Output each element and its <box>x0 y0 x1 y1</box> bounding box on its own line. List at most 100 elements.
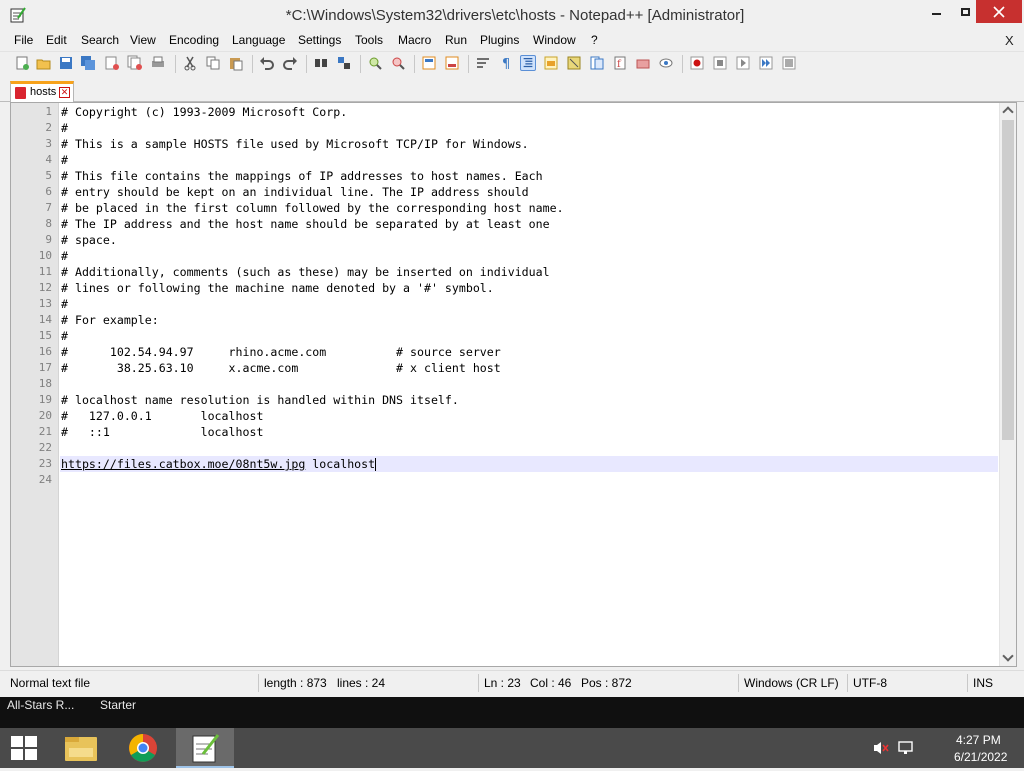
show-all-chars-icon[interactable]: ¶ <box>498 55 514 71</box>
code-line[interactable]: # <box>60 328 998 344</box>
network-icon[interactable] <box>897 740 915 756</box>
scroll-down-icon[interactable] <box>1002 650 1014 662</box>
folder-as-workspace-icon[interactable]: f <box>612 55 628 71</box>
menu-help[interactable]: ? <box>591 33 598 47</box>
cursor-pos: Pos : 872 <box>581 676 632 690</box>
clock-time[interactable]: 4:27 PM <box>956 733 1001 747</box>
close-icon[interactable] <box>104 55 120 71</box>
code-line[interactable]: # localhost name resolution is handled w… <box>60 392 998 408</box>
menu-view[interactable]: View <box>130 33 156 47</box>
play-macro-icon[interactable] <box>735 55 751 71</box>
taskbar-chrome[interactable] <box>114 728 172 768</box>
function-list-icon[interactable] <box>589 55 605 71</box>
menu-search[interactable]: Search <box>81 33 119 47</box>
menu-file[interactable]: File <box>14 33 33 47</box>
menu-edit[interactable]: Edit <box>46 33 67 47</box>
code-line[interactable] <box>60 472 998 488</box>
open-file-icon[interactable] <box>36 55 52 71</box>
menu-encoding[interactable]: Encoding <box>169 33 219 47</box>
tab-label: hosts <box>30 86 57 98</box>
code-line[interactable]: # space. <box>60 232 998 248</box>
code-line[interactable]: # <box>60 296 998 312</box>
zoom-out-icon[interactable] <box>390 55 406 71</box>
menu-window[interactable]: Window <box>533 33 576 47</box>
line-number: 6 <box>45 185 52 198</box>
stop-record-icon[interactable] <box>712 55 728 71</box>
current-line[interactable]: https://files.catbox.moe/08nt5w.jpg loca… <box>60 456 998 472</box>
menu-macro[interactable]: Macro <box>398 33 431 47</box>
code-line[interactable]: # For example: <box>60 312 998 328</box>
tab-hosts[interactable]: hosts ✕ <box>10 81 74 102</box>
eye-icon[interactable] <box>658 55 674 71</box>
strip-label-right[interactable]: Starter <box>100 698 136 712</box>
code-line[interactable]: # <box>60 248 998 264</box>
find-icon[interactable] <box>313 55 329 71</box>
editor[interactable]: 1 2 3 4 5 6 7 8 9 10 11 12 13 14 15 16 17 18 19 20 21 22 23 24 … <box>10 102 1017 667</box>
menu-plugins[interactable]: Plugins <box>480 33 519 47</box>
sync-horizontal-icon[interactable] <box>444 55 460 71</box>
close-document-button[interactable]: X <box>1005 33 1014 48</box>
save-icon[interactable] <box>58 55 74 71</box>
strip-label-left[interactable]: All-Stars R... <box>7 698 74 712</box>
code-line[interactable]: # Copyright (c) 1993-2009 Microsoft Corp… <box>60 104 998 120</box>
url-link[interactable]: https://files.catbox.moe/08nt5w.jpg <box>61 457 305 471</box>
minimize-button[interactable] <box>921 0 951 24</box>
word-wrap-icon[interactable] <box>475 55 491 71</box>
new-file-icon[interactable] <box>14 55 30 71</box>
menu-settings[interactable]: Settings <box>298 33 341 47</box>
save-all-icon[interactable] <box>80 55 96 71</box>
code-line[interactable]: # be placed in the first column followed… <box>60 200 998 216</box>
taskbar-file-explorer[interactable] <box>52 728 110 768</box>
insert-mode: INS <box>973 676 994 690</box>
code-line[interactable]: # entry should be kept on an individual … <box>60 184 998 200</box>
menu-run[interactable]: Run <box>445 33 467 47</box>
cut-icon[interactable] <box>182 55 198 71</box>
paste-icon[interactable] <box>228 55 244 71</box>
record-macro-icon[interactable] <box>689 55 705 71</box>
code-line[interactable]: # Additionally, comments (such as these)… <box>60 264 998 280</box>
menu-tools[interactable]: Tools <box>355 33 383 47</box>
code-line[interactable] <box>60 376 998 392</box>
code-line[interactable]: # lines or following the machine name de… <box>60 280 998 296</box>
clock-date[interactable]: 6/21/2022 <box>954 750 1007 764</box>
text-area[interactable]: # Copyright (c) 1993-2009 Microsoft Corp… <box>60 103 998 666</box>
redo-icon[interactable] <box>282 55 298 71</box>
copy-icon[interactable] <box>205 55 221 71</box>
code-line[interactable]: # This file contains the mappings of IP … <box>60 168 998 184</box>
tab-close-icon[interactable]: ✕ <box>59 87 70 98</box>
vertical-scrollbar[interactable] <box>999 103 1016 666</box>
taskbar-notepad-plus-plus[interactable] <box>176 728 234 768</box>
close-all-icon[interactable] <box>127 55 143 71</box>
volume-muted-icon[interactable] <box>872 740 890 756</box>
code-line[interactable]: # 127.0.0.1 localhost <box>60 408 998 424</box>
code-line[interactable]: # <box>60 152 998 168</box>
indent-guide-icon[interactable] <box>520 55 536 71</box>
zoom-in-icon[interactable] <box>367 55 383 71</box>
code-line[interactable]: # <box>60 120 998 136</box>
code-line[interactable] <box>60 440 998 456</box>
doc-map-icon[interactable] <box>566 55 582 71</box>
code-line[interactable]: # This is a sample HOSTS file used by Mi… <box>60 136 998 152</box>
user-language-icon[interactable] <box>543 55 559 71</box>
toolbar-separator <box>414 55 415 73</box>
monitoring-icon[interactable] <box>635 55 651 71</box>
line-number: 23 <box>38 457 52 470</box>
scrollbar-thumb[interactable] <box>1002 120 1014 440</box>
title-bar: *C:\Windows\System32\drivers\etc\hosts -… <box>0 0 1024 31</box>
print-icon[interactable] <box>150 55 166 71</box>
undo-icon[interactable] <box>259 55 275 71</box>
start-button[interactable] <box>0 728 48 768</box>
code-line[interactable]: # 102.54.94.97 rhino.acme.com # source s… <box>60 344 998 360</box>
toolbar: ¶ f <box>0 51 1024 77</box>
code-line[interactable]: # 38.25.63.10 x.acme.com # x client host <box>60 360 998 376</box>
code-line[interactable]: # ::1 localhost <box>60 424 998 440</box>
save-macro-icon[interactable] <box>781 55 797 71</box>
run-macro-multiple-icon[interactable] <box>758 55 774 71</box>
close-window-button[interactable] <box>976 0 1022 23</box>
scroll-up-icon[interactable] <box>1002 106 1014 118</box>
sync-vertical-icon[interactable] <box>421 55 437 71</box>
line-number: 15 <box>38 329 52 342</box>
code-line[interactable]: # The IP address and the host name shoul… <box>60 216 998 232</box>
replace-icon[interactable] <box>336 55 352 71</box>
menu-language[interactable]: Language <box>232 33 285 47</box>
